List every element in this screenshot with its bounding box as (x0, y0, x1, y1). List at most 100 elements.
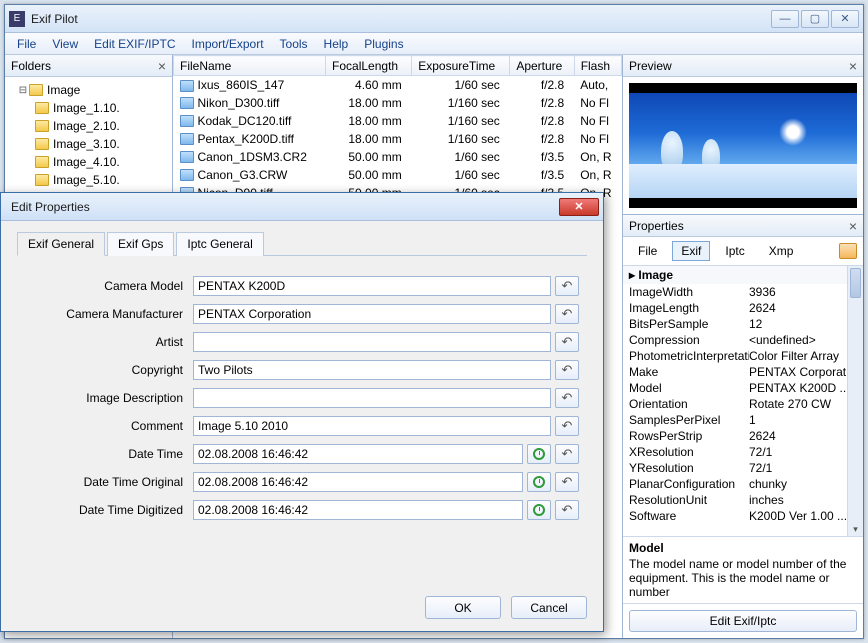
property-row[interactable]: ResolutionUnitinches (623, 492, 863, 508)
property-row[interactable]: Compression<undefined> (623, 332, 863, 348)
comment-input[interactable] (193, 416, 551, 436)
folder-icon (35, 102, 49, 114)
undo-button[interactable]: ↶ (555, 332, 579, 352)
property-row[interactable]: SoftwareK200D Ver 1.00 ... (623, 508, 863, 524)
preview-close-icon[interactable]: × (849, 58, 857, 74)
date-time-digitized-input[interactable] (193, 500, 523, 520)
tree-root[interactable]: ⊟ Image (7, 81, 170, 99)
properties-scrollbar[interactable]: ▴ ▾ (847, 266, 863, 536)
dialog-close-button[interactable]: ✕ (559, 198, 599, 216)
table-row[interactable]: Pentax_K200D.tiff18.00 mm1/160 secf/2.8N… (174, 130, 622, 148)
form-row: Camera Model↶ (25, 276, 579, 296)
property-group: ▸ Image (623, 266, 863, 284)
app-icon: E (9, 11, 25, 27)
property-row[interactable]: OrientationRotate 270 CW (623, 396, 863, 412)
artist-input[interactable] (193, 332, 551, 352)
menu-import-export[interactable]: Import/Export (184, 34, 272, 54)
edit-icon[interactable] (839, 243, 857, 259)
camera-manufacturer-input[interactable] (193, 304, 551, 324)
tab-exif[interactable]: Exif (672, 241, 710, 261)
minimize-button[interactable]: — (771, 10, 799, 28)
scroll-down-icon[interactable]: ▾ (848, 522, 863, 536)
edit-exif-iptc-button[interactable]: Edit Exif/Iptc (629, 610, 857, 632)
property-row[interactable]: XResolution72/1 (623, 444, 863, 460)
date-time-original-input[interactable] (193, 472, 523, 492)
property-row[interactable]: SamplesPerPixel1 (623, 412, 863, 428)
undo-button[interactable]: ↶ (555, 360, 579, 380)
image-description-input[interactable] (193, 388, 551, 408)
menu-file[interactable]: File (9, 34, 44, 54)
table-row[interactable]: Ixus_860IS_1474.60 mm1/60 secf/2.8Auto, (174, 76, 622, 94)
undo-button[interactable]: ↶ (555, 472, 579, 492)
form-row: Comment↶ (25, 416, 579, 436)
clock-button[interactable] (527, 500, 551, 520)
dialog-titlebar[interactable]: Edit Properties ✕ (1, 193, 603, 221)
camera-model-input[interactable] (193, 276, 551, 296)
maximize-button[interactable]: ▢ (801, 10, 829, 28)
undo-button[interactable]: ↶ (555, 444, 579, 464)
close-button[interactable]: ✕ (831, 10, 859, 28)
undo-icon: ↶ (562, 362, 573, 378)
menu-plugins[interactable]: Plugins (356, 34, 411, 54)
table-row[interactable]: Nikon_D300.tiff18.00 mm1/160 secf/2.8No … (174, 94, 622, 112)
undo-button[interactable]: ↶ (555, 304, 579, 324)
menu-edit-exif-iptc[interactable]: Edit EXIF/IPTC (86, 34, 183, 54)
column-filename[interactable]: FileName (174, 56, 326, 76)
copyright-input[interactable] (193, 360, 551, 380)
tree-item[interactable]: Image_4.10. (7, 153, 170, 171)
undo-button[interactable]: ↶ (555, 416, 579, 436)
property-row[interactable]: ImageWidth3936 (623, 284, 863, 300)
collapse-icon[interactable]: ⊟ (17, 85, 29, 96)
scroll-thumb[interactable] (850, 268, 861, 298)
property-row[interactable]: ModelPENTAX K200D ... (623, 380, 863, 396)
properties-close-icon[interactable]: × (849, 218, 857, 234)
table-row[interactable]: Kodak_DC120.tiff18.00 mm1/160 secf/2.8No… (174, 112, 622, 130)
clock-button[interactable] (527, 444, 551, 464)
tree-item[interactable]: Image_1.10. (7, 99, 170, 117)
property-value: <undefined> (749, 333, 857, 347)
column-flash[interactable]: Flash (574, 56, 621, 76)
tab-file[interactable]: File (629, 241, 666, 261)
property-row[interactable]: MakePENTAX Corporat... (623, 364, 863, 380)
cancel-button[interactable]: Cancel (511, 596, 587, 619)
dialog-form: Camera Model↶Camera Manufacturer↶Artist↶… (17, 256, 587, 532)
file-icon (180, 80, 194, 92)
table-row[interactable]: Canon_1DSM3.CR250.00 mm1/60 secf/3.5On, … (174, 148, 622, 166)
folders-close-icon[interactable]: × (158, 58, 166, 74)
menu-help[interactable]: Help (316, 34, 357, 54)
tab-iptc[interactable]: Iptc (716, 241, 753, 261)
ok-button[interactable]: OK (425, 596, 501, 619)
table-row[interactable]: Canon_G3.CRW50.00 mm1/60 secf/3.5On, R (174, 166, 622, 184)
date-time-input[interactable] (193, 444, 523, 464)
dialog-tab-exif-gps[interactable]: Exif Gps (107, 232, 174, 256)
property-value: 12 (749, 317, 857, 331)
column-exposuretime[interactable]: ExposureTime (412, 56, 510, 76)
property-row[interactable]: YResolution72/1 (623, 460, 863, 476)
column-aperture[interactable]: Aperture (510, 56, 574, 76)
column-focallength[interactable]: FocalLength (326, 56, 412, 76)
tab-xmp[interactable]: Xmp (760, 241, 803, 261)
file-icon (180, 115, 194, 127)
tree-item[interactable]: Image_2.10. (7, 117, 170, 135)
dialog-tab-exif-general[interactable]: Exif General (17, 232, 105, 256)
undo-button[interactable]: ↶ (555, 276, 579, 296)
form-row: Date Time↶ (25, 444, 579, 464)
dialog-tab-iptc-general[interactable]: Iptc General (176, 232, 263, 256)
property-row[interactable]: PlanarConfigurationchunky (623, 476, 863, 492)
undo-icon: ↶ (562, 474, 573, 490)
undo-button[interactable]: ↶ (555, 500, 579, 520)
undo-button[interactable]: ↶ (555, 388, 579, 408)
titlebar[interactable]: E Exif Pilot — ▢ ✕ (5, 5, 863, 33)
menu-tools[interactable]: Tools (272, 34, 316, 54)
property-row[interactable]: RowsPerStrip2624 (623, 428, 863, 444)
property-row[interactable]: PhotometricInterpretationColor Filter Ar… (623, 348, 863, 364)
folder-tree: ⊟ Image Image_1.10.Image_2.10.Image_3.10… (5, 77, 172, 211)
preview-header: Preview × (623, 55, 863, 77)
file-icon (180, 169, 194, 181)
tree-item[interactable]: Image_3.10. (7, 135, 170, 153)
property-row[interactable]: BitsPerSample12 (623, 316, 863, 332)
clock-button[interactable] (527, 472, 551, 492)
menu-view[interactable]: View (44, 34, 86, 54)
property-row[interactable]: ImageLength2624 (623, 300, 863, 316)
tree-item[interactable]: Image_5.10. (7, 171, 170, 189)
